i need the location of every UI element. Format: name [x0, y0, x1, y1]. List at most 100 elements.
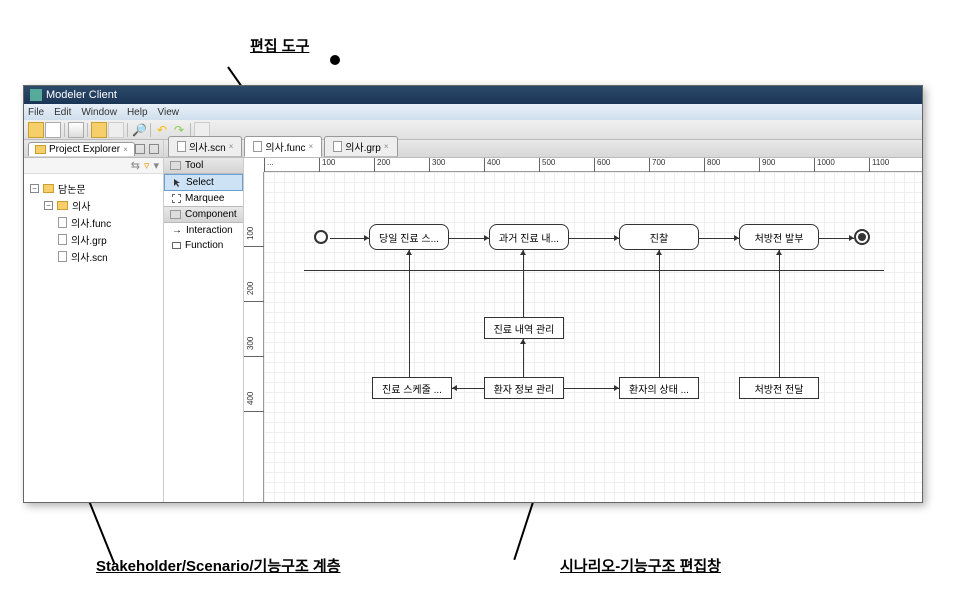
scenario-node[interactable]: 과거 진료 내... — [489, 224, 569, 250]
new-icon[interactable] — [28, 122, 44, 138]
edge[interactable] — [699, 238, 739, 239]
explorer-tab[interactable]: Project Explorer × — [28, 142, 135, 156]
explorer-tab-label: Project Explorer — [49, 144, 120, 155]
tree-file-label: 의사.scn — [71, 249, 108, 264]
editor-tab-grp[interactable]: 의사.grp × — [324, 136, 397, 157]
scenario-node[interactable]: 당일 진료 스... — [369, 224, 449, 250]
function-node[interactable]: 환자 정보 관리 — [484, 377, 564, 399]
annotation-editing-tool: 편집 도구 — [250, 35, 309, 56]
diagram-canvas[interactable]: ... 100 200 300 400 500 600 700 800 900 … — [244, 158, 922, 502]
undo-icon[interactable]: ↶ — [154, 122, 170, 138]
annotation-editor-window: 시나리오-기능구조 편집창 — [560, 555, 721, 576]
tree-folder[interactable]: − 의사 — [44, 197, 157, 214]
function-node[interactable]: 처방전 전달 — [739, 377, 819, 399]
tree-root[interactable]: − 담논문 — [30, 180, 157, 197]
main-area: Project Explorer × ⇆ ▿ ▾ − 담논문 — [24, 140, 922, 502]
edge[interactable] — [564, 388, 619, 389]
menu-icon[interactable]: ▾ — [153, 159, 159, 172]
palette-component-label: Component — [185, 209, 237, 220]
ruler-tick: 300 — [246, 337, 255, 350]
start-node[interactable] — [314, 230, 328, 244]
ruler-tick: 900 — [762, 158, 775, 167]
ruler-tick: 500 — [542, 158, 555, 167]
palette-interaction[interactable]: → Interaction — [164, 223, 243, 238]
ruler-tick: 400 — [246, 392, 255, 405]
app-window: Modeler Client File Edit Window Help Vie… — [23, 85, 923, 503]
open-icon[interactable] — [91, 122, 107, 138]
minimize-icon[interactable] — [135, 144, 145, 154]
ruler-tick: 200 — [377, 158, 390, 167]
print-icon[interactable] — [68, 122, 84, 138]
edge[interactable] — [779, 250, 780, 377]
arrowhead-icon — [614, 385, 619, 391]
ruler-tick: 300 — [432, 158, 445, 167]
function-node[interactable]: 환자의 상태 ... — [619, 377, 699, 399]
tree-file-label: 의사.grp — [71, 232, 107, 247]
close-icon[interactable]: × — [229, 142, 234, 151]
explorer-toolbar: ⇆ ▿ ▾ — [24, 158, 163, 174]
function-icon — [172, 242, 181, 249]
tool-palette: Tool Select Marquee Component — [164, 158, 244, 502]
toolbar-separator — [64, 123, 65, 137]
tree-root-label: 담논문 — [58, 181, 86, 196]
menu-file[interactable]: File — [28, 107, 44, 118]
ruler-tick: 700 — [652, 158, 665, 167]
arrowhead-icon — [614, 235, 619, 241]
editor-tab-func[interactable]: 의사.func × — [244, 136, 322, 157]
tree-file[interactable]: 의사.grp — [58, 231, 157, 248]
editor-body: Tool Select Marquee Component — [164, 158, 922, 502]
expand-icon[interactable]: − — [44, 201, 53, 210]
palette-marquee[interactable]: Marquee — [164, 191, 243, 206]
menu-window[interactable]: Window — [81, 107, 117, 118]
app-title: Modeler Client — [46, 89, 117, 101]
arrowhead-icon — [520, 339, 526, 344]
link-icon[interactable]: ⇆ — [131, 159, 140, 172]
menu-edit[interactable]: Edit — [54, 107, 71, 118]
toolbar-separator — [150, 123, 151, 137]
palette-function[interactable]: Function — [164, 238, 243, 253]
arrowhead-icon — [484, 235, 489, 241]
tool-icon[interactable] — [108, 122, 124, 138]
edge[interactable] — [523, 250, 524, 317]
folder-icon — [35, 145, 46, 154]
close-icon[interactable]: × — [384, 142, 389, 151]
close-icon[interactable]: × — [309, 142, 314, 151]
file-icon — [58, 234, 67, 245]
function-node[interactable]: 진료 내역 관리 — [484, 317, 564, 339]
arrowhead-icon — [406, 250, 412, 255]
tree-file[interactable]: 의사.func — [58, 214, 157, 231]
file-icon — [333, 141, 342, 152]
scenario-node[interactable]: 처방전 발부 — [739, 224, 819, 250]
ruler-tick: 200 — [246, 282, 255, 295]
arrowhead-icon — [520, 250, 526, 255]
editor-tab-label: 의사.func — [265, 139, 305, 154]
palette-select[interactable]: Select — [164, 174, 243, 191]
menu-help[interactable]: Help — [127, 107, 148, 118]
collapse-icon[interactable]: ▿ — [144, 159, 150, 172]
edge[interactable] — [659, 250, 660, 377]
ruler-tick: 1100 — [872, 158, 889, 167]
expand-icon[interactable]: − — [30, 184, 39, 193]
annotation-dot — [330, 55, 340, 65]
palette-tool-header[interactable]: Tool — [164, 158, 243, 174]
search-icon[interactable]: 🔎 — [131, 122, 147, 138]
editor-tab-label: 의사.scn — [189, 139, 226, 154]
save-icon[interactable] — [45, 122, 61, 138]
end-node[interactable] — [854, 229, 870, 245]
tree-file[interactable]: 의사.scn — [58, 248, 157, 265]
scenario-node[interactable]: 진찰 — [619, 224, 699, 250]
arrowhead-icon — [656, 250, 662, 255]
edge[interactable] — [409, 250, 410, 377]
editor-tab-scn[interactable]: 의사.scn × — [168, 136, 242, 157]
palette-function-label: Function — [185, 240, 223, 251]
toolbar-separator — [127, 123, 128, 137]
canvas-inner: 당일 진료 스... 과거 진료 내... 진찰 처방전 발부 — [264, 172, 922, 502]
function-node[interactable]: 진료 스케줄 ... — [372, 377, 452, 399]
edge[interactable] — [569, 238, 619, 239]
menu-view[interactable]: View — [158, 107, 180, 118]
palette-component-header[interactable]: Component — [164, 206, 243, 223]
close-icon[interactable]: × — [123, 145, 128, 154]
edge[interactable] — [449, 238, 489, 239]
edge[interactable] — [523, 339, 524, 377]
maximize-icon[interactable] — [149, 144, 159, 154]
